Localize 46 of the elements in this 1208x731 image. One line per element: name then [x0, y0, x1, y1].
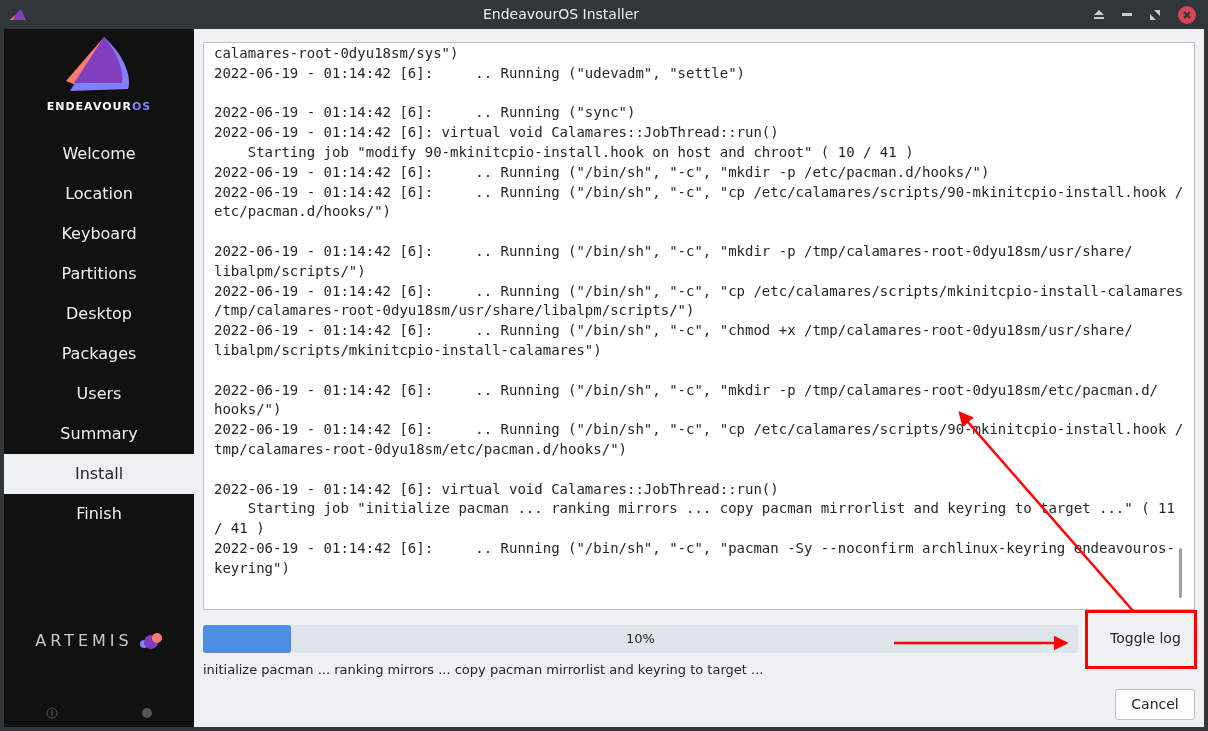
log-line: Starting job "modify 90-mkinitcpio-install.hook on host and chroot" ( 10 / 41 ): [246, 143, 914, 162]
log-line: keyring"): [214, 558, 290, 578]
status-text: initialize pacman ... ranking mirrors ... copy pacman mirrorlist and keyring to target ...: [203, 660, 765, 679]
log-line: 2022-06-19 - 01:14:42 [6]: .. Running ("/bin/sh", "-c", "chmod +x /tmp/calamares-root-0dyu18sm/usr/share/: [214, 321, 1133, 341]
log-line: 2022-06-19 - 01:14:42 [6]: .. Running ("/bin/sh", "-c", "mkdir -p /etc/pacman.d/hooks/"): [214, 162, 990, 182]
step-item[interactable]: Keyboard: [4, 213, 194, 254]
cancel-button[interactable]: Cancel: [1115, 689, 1195, 720]
log-line: 2022-06-19 - 01:14:42 [6]: .. Running ("/bin/sh", "-c", "cp /etc/calamares/scripts/mkinitcpio-install-calamares: [214, 281, 1184, 301]
log-line: 2022-06-19 - 01:14:42 [6]: .. Running ("sync"): [214, 103, 636, 123]
log-line: 2022-06-19 - 01:14:42 [6]: virtual void Calamares::JobThread::run(): [214, 479, 779, 499]
log-line: libalpm/scripts/mkinitcpio-install-calamares"): [214, 340, 602, 360]
debug-icon[interactable]: [140, 707, 153, 719]
step-item[interactable]: Summary: [4, 413, 194, 454]
planet-icon: [138, 632, 163, 650]
info-icon[interactable]: [45, 707, 58, 719]
log-line: etc/pacman.d/hooks/"): [214, 202, 391, 222]
log-line: libalpm/scripts/"): [214, 261, 366, 281]
app-logo-icon: [8, 7, 28, 22]
step-item[interactable]: Location: [4, 173, 194, 214]
restore-icon[interactable]: [1150, 9, 1160, 20]
step-item[interactable]: Finish: [4, 493, 194, 534]
release-name: ARTEMIS: [35, 630, 133, 652]
step-item[interactable]: Desktop: [4, 293, 194, 334]
log-line: /tmp/calamares-root-0dyu18sm/usr/share/libalpm/scripts/"): [214, 301, 695, 321]
logo-wordmark: ENDEAVOUROS: [46, 99, 152, 115]
log-line: / 41 ): [214, 519, 265, 539]
close-icon[interactable]: [1178, 5, 1196, 24]
log-line: 2022-06-19 - 01:14:42 [6]: .. Running ("udevadm", "settle"): [214, 63, 745, 83]
window-title: EndeavourOS Installer: [481, 5, 641, 24]
logo-icon: [66, 37, 132, 93]
step-item[interactable]: Install: [4, 453, 194, 494]
log-line: tmp/calamares-root-0dyu18sm/etc/pacman.d/hooks/"): [214, 439, 627, 459]
log-line: 2022-06-19 - 01:14:42 [6]: .. Running ("/bin/sh", "-c", "mkdir -p /tmp/calamares-root-0dyu18sm/usr/share/: [214, 241, 1133, 261]
log-line: 2022-06-19 - 01:14:42 [6]: virtual void Calamares::JobThread::run(): [214, 123, 779, 143]
step-item[interactable]: Partitions: [4, 253, 194, 294]
log-line: hooks/"): [214, 400, 282, 420]
log-line: 2022-06-19 - 01:14:42 [6]: .. Running ("/bin/sh", "-c", "mkdir -p /tmp/calamares-root-0dyu18sm/etc/pacman.d/: [214, 380, 1158, 400]
eject-icon[interactable]: [1094, 10, 1104, 19]
toggle-log-button[interactable]: Toggle log: [1108, 628, 1183, 649]
step-item[interactable]: Users: [4, 373, 194, 414]
step-item[interactable]: Packages: [4, 333, 194, 374]
scrollbar-handle[interactable]: [1179, 548, 1182, 598]
log-line: 2022-06-19 - 01:14:42 [6]: .. Running ("/bin/sh", "-c", "cp /etc/calamares/scripts/90-mkinitcpio-install.hook /: [214, 182, 1184, 202]
progress-reading: 10%: [626, 630, 655, 647]
step-item[interactable]: Welcome: [4, 133, 194, 174]
log-line: calamares-root-0dyu18sm/sys"): [214, 44, 459, 63]
